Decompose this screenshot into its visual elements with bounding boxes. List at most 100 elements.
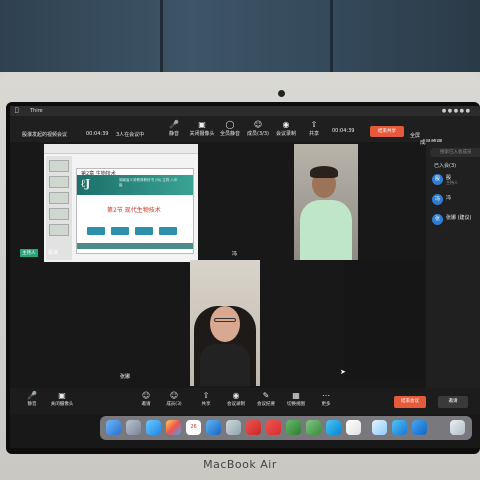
meeting-title[interactable]: 殷瀑发起的视频会议 xyxy=(22,131,67,138)
share-label: 共享 xyxy=(201,402,211,407)
participant-a-name: 冯 xyxy=(232,251,238,257)
top-record-button[interactable]: ◉ 会议录制 xyxy=(272,120,300,137)
empty-video-tile xyxy=(344,260,424,380)
end-meeting-button[interactable]: 结束会议 xyxy=(394,396,426,408)
apple-icon[interactable]:  xyxy=(15,107,19,114)
launchpad-icon[interactable] xyxy=(126,420,141,435)
notes-icon: ✎ xyxy=(262,391,270,400)
backdrop-seam xyxy=(160,0,163,72)
switch-view-label: 切换视图 xyxy=(287,402,305,407)
room-backdrop xyxy=(0,0,480,72)
trash-icon[interactable] xyxy=(450,420,465,435)
invite-toolbar-label: 邀请 xyxy=(141,402,151,407)
members-panel: 搜索已入会成员 已入会(3) 殷 殷 主持人 冯 冯 张 张娜 (建议) xyxy=(426,142,480,412)
members-icon: ☺ xyxy=(169,391,179,400)
member-item[interactable]: 张 张娜 (建议) xyxy=(432,214,480,228)
app-store-icon[interactable] xyxy=(206,420,221,435)
mouse-cursor-icon: ➤ xyxy=(340,368,346,376)
camera-button[interactable]: ▣ 关闭摄像头 xyxy=(48,391,76,407)
meeting-bottom-toolbar: 🎤 静音 ▣ 关闭摄像头 ☺ 邀请 ☺ 成员(3) ⇧ 共享 ◉ 会议录制 ✎ … xyxy=(10,388,480,414)
photos-icon[interactable] xyxy=(166,420,181,435)
finder-icon[interactable] xyxy=(106,420,121,435)
wechat-work-icon[interactable] xyxy=(306,420,321,435)
participant-a-hair xyxy=(310,166,338,178)
slide-footer-band xyxy=(77,243,193,249)
webcam xyxy=(278,90,285,97)
top-share-button[interactable]: ⇧ 共享 xyxy=(300,120,328,137)
slide-thumb xyxy=(49,224,69,236)
mac-dock: 26 xyxy=(100,416,472,440)
calendar-day: 26 xyxy=(190,424,197,430)
safari-icon[interactable] xyxy=(146,420,161,435)
member-search-input[interactable]: 搜索已入会成员 xyxy=(430,148,480,157)
joined-count: 已入会(3) xyxy=(434,163,457,169)
mic-icon: 🎤 xyxy=(169,120,179,129)
mute-label: 静音 xyxy=(27,402,37,407)
top-mute-all-label: 全员静音 xyxy=(219,131,240,137)
participant-video-a[interactable] xyxy=(294,144,358,260)
invite-button[interactable]: 邀请 xyxy=(438,396,468,408)
feishu-icon[interactable] xyxy=(326,420,341,435)
record-button[interactable]: ◉ 会议录制 xyxy=(222,391,250,407)
meeting-timer-right: 00:04:39 xyxy=(332,128,355,134)
member-item[interactable]: 冯 冯 xyxy=(432,194,480,208)
participant-b-name: 张娜 xyxy=(120,374,131,380)
backdrop-seam xyxy=(330,0,333,72)
participant-a-shirt xyxy=(300,200,352,260)
current-slide: 第2章 生物技术 ℓJ 湖南省义务教育教科书 (RJ) 生物 八年级 第2节 现… xyxy=(76,168,194,254)
switch-view-button[interactable]: ▦ 切换视图 xyxy=(282,391,310,407)
mute-all-icon: ◯ xyxy=(225,120,235,129)
tencent-meeting-icon[interactable] xyxy=(412,420,427,435)
top-members-button[interactable]: ☺ 成员(3/3) xyxy=(244,120,272,137)
members-icon: ☺ xyxy=(253,120,263,129)
slide-thumb xyxy=(49,192,69,204)
share-button[interactable]: ⇧ 共享 xyxy=(192,391,220,407)
top-share-label: 共享 xyxy=(308,131,319,137)
host-badge: 主持人 xyxy=(20,249,38,257)
invite-toolbar-button[interactable]: ☺ 邀请 xyxy=(132,391,160,407)
more-icon: ⋯ xyxy=(322,391,330,400)
top-camera-label: 关闭摄像头 xyxy=(189,131,215,137)
member-name: 冯 xyxy=(446,195,452,201)
calendar-icon[interactable]: 26 xyxy=(186,420,201,435)
slide-box xyxy=(111,227,129,235)
camera-icon: ▣ xyxy=(58,391,66,400)
fullscreen-button[interactable]: 全屏 xyxy=(410,132,420,139)
avatar: 张 xyxy=(432,214,443,225)
top-mute-button[interactable]: 🎤 静音 xyxy=(160,120,188,137)
system-preferences-icon[interactable] xyxy=(226,420,241,435)
top-members-label: 成员(3/3) xyxy=(247,131,269,137)
more-label: 更多 xyxy=(321,402,331,407)
participant-video-b[interactable] xyxy=(190,260,260,386)
slide-section-title: 第2节 现代生物技术 xyxy=(107,207,161,214)
end-share-button[interactable]: 结束共享 xyxy=(370,126,404,137)
shared-screen-tile[interactable]: 第2章 生物技术 ℓJ 湖南省义务教育教科书 (RJ) 生物 八年级 第2节 现… xyxy=(44,144,198,262)
wps-icon[interactable] xyxy=(266,420,281,435)
netease-icon[interactable] xyxy=(246,420,261,435)
member-item[interactable]: 殷 殷 主持人 xyxy=(432,174,480,188)
notes-button[interactable]: ✎ 会议纪要 xyxy=(252,391,280,407)
top-mute-all-button[interactable]: ◯ 全员静音 xyxy=(216,120,244,137)
menubar-app-name[interactable]: Thire xyxy=(30,108,43,114)
slide-thumb xyxy=(49,208,69,220)
mail-icon[interactable] xyxy=(392,420,407,435)
mic-icon: 🎤 xyxy=(27,391,37,400)
top-camera-button[interactable]: ▣ 关闭摄像头 xyxy=(188,120,216,137)
member-name: 张娜 (建议) xyxy=(446,215,472,221)
participant-count: 3人在会议中 xyxy=(116,132,145,138)
slide-band-text: 湖南省义务教育教科书 (RJ) 生物 八年级 xyxy=(119,178,178,187)
mac-menubar:  Thire ● ● ● ● ● xyxy=(10,106,480,116)
ppt-toolbar xyxy=(44,144,198,154)
member-role: 主持人 xyxy=(446,180,458,185)
wechat-icon[interactable] xyxy=(286,420,301,435)
qq-icon[interactable] xyxy=(346,420,361,435)
avatar: 殷 xyxy=(432,174,443,185)
record-icon: ◉ xyxy=(282,120,290,129)
slide-thumbnails xyxy=(46,156,72,260)
members-button[interactable]: ☺ 成员(3) xyxy=(160,391,188,407)
more-button[interactable]: ⋯ 更多 xyxy=(312,391,340,407)
meeting-timer: 00:04:39 xyxy=(86,131,109,137)
invite-icon: ☺ xyxy=(141,391,151,400)
mute-button[interactable]: 🎤 静音 xyxy=(18,391,46,407)
baidu-netdisk-icon[interactable] xyxy=(372,420,387,435)
